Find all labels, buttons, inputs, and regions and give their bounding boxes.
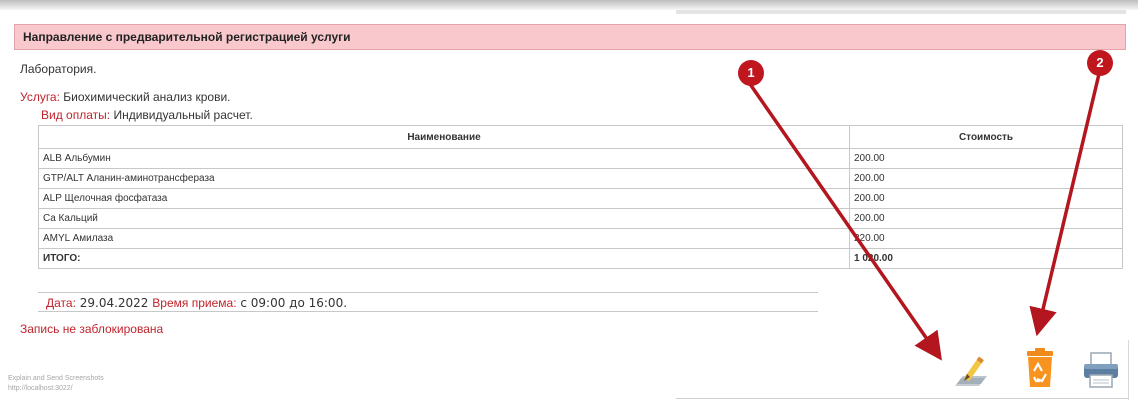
row-name: Ca Кальций: [38, 208, 850, 229]
row-name: GTP/ALT Аланин-аминотрансфераза: [38, 168, 850, 189]
row-name: AMYL Амилаза: [38, 228, 850, 249]
total-cost: 1 020.00: [849, 248, 1123, 269]
top-shadow-strip: [676, 10, 1126, 14]
table-header-row: Наименование Стоимость: [38, 125, 1123, 149]
table-row: ALP Щелочная фосфатаза 200.00: [38, 188, 1123, 209]
annotation-badge-2: 2: [1087, 50, 1113, 76]
payment-line: Вид оплаты: Индивидуальный расчет.: [41, 108, 253, 122]
edit-pencil-icon: [955, 356, 987, 386]
lock-status: Запись не заблокирована: [20, 322, 164, 336]
table-total-row: ИТОГО: 1 020.00: [38, 248, 1123, 269]
edit-button[interactable]: [951, 350, 993, 392]
date-label: Дата:: [46, 296, 76, 310]
annotation-badge-1: 1: [738, 60, 764, 86]
row-cost: 200.00: [849, 208, 1123, 229]
row-name: ALP Щелочная фосфатаза: [38, 188, 850, 209]
print-button[interactable]: [1080, 349, 1122, 391]
total-label: ИТОГО:: [38, 248, 850, 269]
row-name: ALB Альбумин: [38, 148, 850, 169]
recycle-bin-icon: [1027, 348, 1053, 387]
watermark: Explain and Send Screenshots http://loca…: [8, 374, 104, 394]
column-header-name: Наименование: [38, 125, 850, 149]
column-header-cost: Стоимость: [849, 125, 1123, 149]
time-label: Время приема:: [152, 296, 237, 310]
table-row: Ca Кальций 200.00: [38, 208, 1123, 229]
row-cost: 200.00: [849, 168, 1123, 189]
table-row: ALB Альбумин 200.00: [38, 148, 1123, 169]
service-value: Биохимический анализ крови.: [63, 90, 231, 104]
service-label: Услуга:: [20, 90, 60, 104]
referral-panel: Направление с предварительной регистраци…: [10, 20, 1130, 350]
row-cost: 200.00: [849, 148, 1123, 169]
watermark-line1: Explain and Send Screenshots: [8, 375, 104, 382]
toolbar-divider: [676, 398, 1128, 399]
watermark-line2: http://localhost:3022/: [8, 385, 73, 392]
lab-name: Лаборатория.: [20, 62, 97, 76]
top-shadow: [0, 0, 1138, 10]
panel-title: Направление с предварительной регистраци…: [14, 24, 1126, 50]
payment-label: Вид оплаты:: [41, 108, 111, 122]
service-line: Услуга: Биохимический анализ крови.: [20, 90, 231, 104]
date-value: 29.04.2022: [79, 296, 149, 310]
toolbar-edge: [1128, 340, 1129, 400]
appointment-line: Дата: 29.04.2022 Время приема: с 09:00 д…: [38, 292, 818, 312]
table-row: GTP/ALT Аланин-аминотрансфераза 200.00: [38, 168, 1123, 189]
delete-button[interactable]: [1019, 347, 1061, 389]
services-table: Наименование Стоимость ALB Альбумин 200.…: [38, 125, 1123, 269]
row-cost: 220.00: [849, 228, 1123, 249]
printer-icon: [1084, 352, 1118, 388]
table-row: AMYL Амилаза 220.00: [38, 228, 1123, 249]
time-value: с 09:00 до 16:00.: [240, 296, 348, 310]
payment-value: Индивидуальный расчет.: [113, 108, 253, 122]
row-cost: 200.00: [849, 188, 1123, 209]
